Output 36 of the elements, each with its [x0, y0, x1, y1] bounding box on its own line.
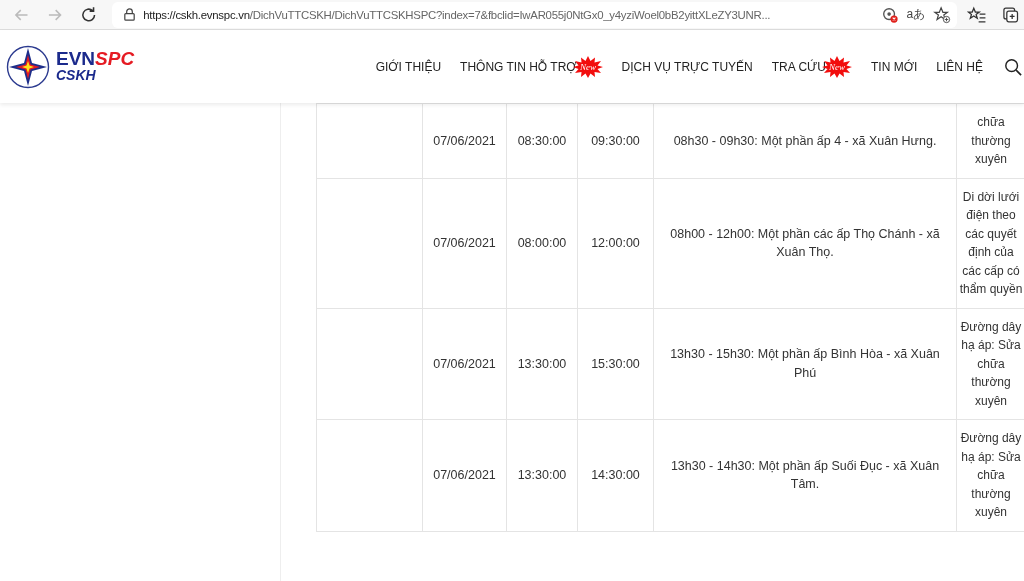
search-icon[interactable]: [1004, 57, 1022, 76]
logo-icon: [6, 44, 50, 89]
nav-link[interactable]: LIÊN HỆ: [936, 59, 983, 74]
outage-area-cell: 13h30 - 15h30: Một phần ấp Bình Hòa - xã Xuân Phú: [670, 347, 940, 380]
nav-link[interactable]: THÔNG TIN HỖ TRỢ New: [460, 54, 603, 79]
date-cell: 07/06/2021: [433, 468, 496, 482]
favorite-add-icon[interactable]: [933, 5, 952, 24]
reason-cell: Di dời lưới điện theo các quyết định của các cấp có thẩm quyền: [959, 189, 1023, 296]
outage-area-cell: 08h30 - 09h30: Một phần ấp 4 - xã Xuân Hưng.: [673, 133, 937, 148]
tracking-blocked-icon[interactable]: [880, 5, 899, 24]
reason-cell: Đường dây hạ áp: Sửa chữa thường xuyên: [960, 319, 1022, 408]
end-time-cell: 12:00:00: [591, 235, 640, 250]
outage-area-cell: 13h30 - 14h30: Một phần ấp Suối Đục - xã Xuân Tâm.: [670, 458, 940, 492]
date-cell: 07/06/2021: [433, 133, 496, 148]
date-cell: 07/06/2021: [433, 235, 496, 250]
favorites-icon[interactable]: [967, 4, 987, 25]
start-time-cell: 13:30:00: [517, 356, 567, 371]
end-time-cell: 15:30:00: [591, 356, 640, 371]
reason-cell: chữa thường xuyên: [971, 115, 1011, 166]
reason-cell: Đường dây hạ áp: Sửa chữa thường xuyên: [960, 431, 1022, 519]
start-time-cell: 08:30:00: [517, 133, 567, 148]
lock-icon[interactable]: [122, 7, 138, 22]
nav-link[interactable]: DỊCH VỤ TRỰC TUYẾN: [621, 59, 753, 74]
start-time-cell: 08:00:00: [517, 235, 567, 250]
address-text: https://cskh.evnspc.vn/DichVuTTCSKH/DichVuTTCSKHSPC?index=7&fbclid=IwAR055j0NtGx0_y4yziWoel0bB2yittXLeZY3UNR...: [143, 8, 772, 21]
address-bar[interactable]: https://cskh.evnspc.vn/DichVuTTCSKH/DichVuTTCSKHSPC?index=7&fbclid=IwAR055j0NtGx0_y4yziWoel0bB2yittXLeZY3UNR... aあ: [112, 1, 958, 28]
end-time-cell: 14:30:00: [591, 468, 640, 482]
logo-subtitle: CSKH: [56, 66, 97, 83]
end-time-cell: 09:30:00: [591, 133, 640, 148]
nav-link[interactable]: TIN MỚI: [871, 59, 918, 74]
logo-wordmark: EVNSPC: [56, 50, 135, 67]
nav-link[interactable]: GIỚI THIỆU: [375, 59, 442, 74]
date-cell: 07/06/2021: [433, 356, 496, 371]
outage-area-cell: 08h00 - 12h00: Một phần các ấp Thọ Chánh - xã Xuân Thọ.: [670, 226, 940, 259]
translate-icon[interactable]: aあ: [906, 6, 926, 23]
start-time-cell: 13:30:00: [517, 468, 567, 482]
